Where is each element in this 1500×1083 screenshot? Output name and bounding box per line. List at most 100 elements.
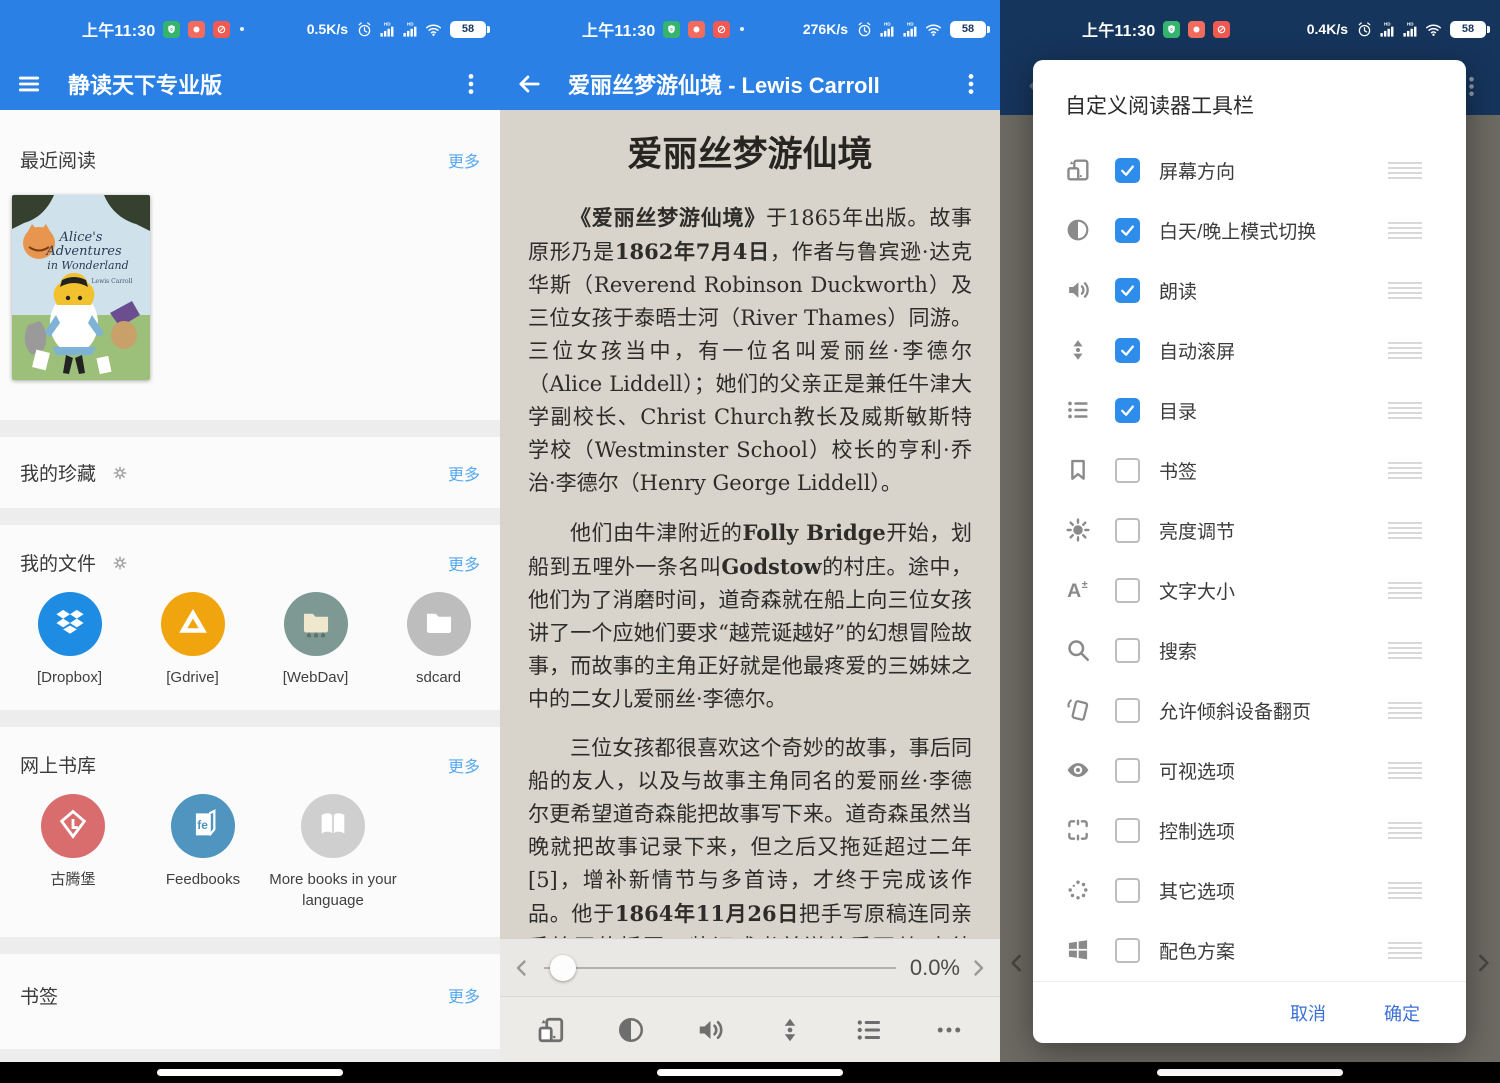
toc-icon[interactable] bbox=[854, 1015, 884, 1045]
toolbar-option-row[interactable]: 搜索 bbox=[1033, 620, 1466, 680]
toolbar-option-row[interactable]: 亮度调节 bbox=[1033, 500, 1466, 560]
toolbar-option-row[interactable]: 控制选项 bbox=[1033, 800, 1466, 860]
drag-handle-icon[interactable] bbox=[1388, 222, 1422, 239]
next-chapter-icon[interactable] bbox=[1470, 950, 1496, 976]
checkbox[interactable] bbox=[1115, 758, 1140, 783]
cover-title-line2: Adventures bbox=[45, 244, 122, 259]
drag-handle-icon[interactable] bbox=[1388, 822, 1422, 839]
more-link[interactable]: 更多 bbox=[448, 753, 480, 777]
auto-scroll-icon bbox=[1063, 337, 1093, 363]
shield-notification-icon: 0 bbox=[163, 21, 180, 38]
cancel-button[interactable]: 取消 bbox=[1290, 1000, 1326, 1026]
toolbar-option-row[interactable]: 配色方案 bbox=[1033, 920, 1466, 980]
drag-handle-icon[interactable] bbox=[1388, 642, 1422, 659]
drag-handle-icon[interactable] bbox=[1388, 462, 1422, 479]
status-bar: 上午11:30 0 0.5K/s HD HD 58 bbox=[0, 0, 500, 58]
search-icon bbox=[1063, 637, 1093, 663]
svg-text:HD: HD bbox=[384, 21, 391, 26]
home-screen: 上午11:30 0 0.5K/s HD HD 58 静读天下专业版 bbox=[0, 0, 500, 1083]
toolbar-option-row[interactable]: 朗读 bbox=[1033, 260, 1466, 320]
auto-scroll-icon[interactable] bbox=[775, 1015, 805, 1045]
more-options-icon[interactable] bbox=[934, 1015, 964, 1045]
sdcard-folder-icon bbox=[422, 605, 456, 644]
home-indicator[interactable] bbox=[657, 1069, 843, 1076]
drag-handle-icon[interactable] bbox=[1388, 762, 1422, 779]
drag-handle-icon[interactable] bbox=[1388, 582, 1422, 599]
checkbox[interactable] bbox=[1115, 698, 1140, 723]
checkbox[interactable] bbox=[1115, 158, 1140, 183]
shelf-item[interactable]: [WebDav] bbox=[254, 592, 377, 688]
more-link[interactable]: 更多 bbox=[448, 551, 480, 575]
overflow-menu-icon[interactable] bbox=[458, 71, 484, 97]
network-speed: 276K/s bbox=[803, 21, 848, 37]
checkbox[interactable] bbox=[1115, 878, 1140, 903]
checkbox[interactable] bbox=[1115, 818, 1140, 843]
section-title: 我的文件 bbox=[20, 549, 96, 576]
day-night-icon bbox=[1063, 217, 1093, 243]
screen-orientation-icon[interactable] bbox=[536, 1015, 566, 1045]
checkbox[interactable] bbox=[1115, 518, 1140, 543]
ok-button[interactable]: 确定 bbox=[1384, 1000, 1420, 1026]
drag-handle-icon[interactable] bbox=[1388, 402, 1422, 419]
svg-text:HD: HD bbox=[1384, 21, 1391, 26]
drag-handle-icon[interactable] bbox=[1388, 342, 1422, 359]
checkbox[interactable] bbox=[1115, 938, 1140, 963]
toolbar-option-row[interactable]: 自动滚屏 bbox=[1033, 320, 1466, 380]
toolbar-option-row[interactable]: 白天/晚上模式切换 bbox=[1033, 200, 1466, 260]
shelf-item[interactable]: More books in your language bbox=[268, 794, 398, 911]
checkbox[interactable] bbox=[1115, 638, 1140, 663]
toolbar-option-row[interactable]: A± 文字大小 bbox=[1033, 560, 1466, 620]
toolbar-option-row[interactable]: 目录 bbox=[1033, 380, 1466, 440]
shelf-item[interactable]: sdcard bbox=[377, 592, 500, 688]
checkbox[interactable] bbox=[1115, 218, 1140, 243]
checkbox[interactable] bbox=[1115, 578, 1140, 603]
toolbar-option-row[interactable]: 允许倾斜设备翻页 bbox=[1033, 680, 1466, 740]
more-link[interactable]: 更多 bbox=[448, 461, 480, 485]
reader-screen: 上午11:30 0 276K/s HD HD 58 爱丽丝梦游仙境 - Lewi… bbox=[500, 0, 1000, 1083]
clock-text: 上午11:30 bbox=[582, 17, 655, 41]
drag-handle-icon[interactable] bbox=[1388, 882, 1422, 899]
toolbar-option-row[interactable]: 书签 bbox=[1033, 440, 1466, 500]
home-indicator[interactable] bbox=[157, 1069, 343, 1076]
drag-handle-icon[interactable] bbox=[1388, 942, 1422, 959]
gear-icon[interactable] bbox=[112, 555, 128, 571]
feedbooks-icon: fe bbox=[186, 807, 220, 846]
alarm-icon bbox=[356, 21, 373, 38]
checkbox[interactable] bbox=[1115, 338, 1140, 363]
prev-chapter-icon[interactable] bbox=[510, 956, 534, 980]
more-link[interactable]: 更多 bbox=[448, 983, 480, 1007]
prev-chapter-icon[interactable] bbox=[1004, 950, 1030, 976]
progress-slider[interactable] bbox=[544, 953, 896, 983]
network-speed: 0.5K/s bbox=[307, 21, 348, 37]
drag-handle-icon[interactable] bbox=[1388, 702, 1422, 719]
files-shelf: [Dropbox] [Gdrive] [WebDav] sdcard bbox=[0, 592, 500, 688]
shelf-item[interactable]: 古腾堡 bbox=[8, 794, 138, 911]
home-indicator[interactable] bbox=[1157, 1069, 1343, 1076]
checkbox[interactable] bbox=[1115, 278, 1140, 303]
overflow-menu-icon[interactable] bbox=[958, 71, 984, 97]
slider-thumb[interactable] bbox=[550, 955, 576, 981]
toolbar-option-row[interactable]: 屏幕方向 bbox=[1033, 140, 1466, 200]
book-cover[interactable]: Alice's Adventures in Wonderland Lewis C… bbox=[12, 195, 150, 380]
shelf-item[interactable]: [Dropbox] bbox=[8, 592, 131, 688]
shelf-item[interactable]: [Gdrive] bbox=[131, 592, 254, 688]
battery-icon: 58 bbox=[950, 21, 986, 38]
gear-icon[interactable] bbox=[112, 465, 128, 481]
webdav-folder-icon bbox=[299, 605, 333, 644]
drag-handle-icon[interactable] bbox=[1388, 522, 1422, 539]
toolbar-option-row[interactable]: 可视选项 bbox=[1033, 740, 1466, 800]
shield-notification-icon: 0 bbox=[1163, 21, 1180, 38]
next-chapter-icon[interactable] bbox=[966, 956, 990, 980]
drag-handle-icon[interactable] bbox=[1388, 282, 1422, 299]
toolbar-option-row[interactable]: 其它选项 bbox=[1033, 860, 1466, 920]
drag-handle-icon[interactable] bbox=[1388, 162, 1422, 179]
more-link[interactable]: 更多 bbox=[448, 148, 480, 172]
hamburger-menu-icon[interactable] bbox=[16, 71, 42, 97]
reader-page[interactable]: 爱丽丝梦游仙境 《爱丽丝梦游仙境》于1865年出版。故事原形乃是1862年7月4… bbox=[500, 110, 1000, 938]
read-aloud-icon[interactable] bbox=[695, 1015, 725, 1045]
shelf-item[interactable]: fe Feedbooks bbox=[138, 794, 268, 911]
back-arrow-icon[interactable] bbox=[516, 71, 542, 97]
checkbox[interactable] bbox=[1115, 458, 1140, 483]
checkbox[interactable] bbox=[1115, 398, 1140, 423]
day-night-icon[interactable] bbox=[616, 1015, 646, 1045]
